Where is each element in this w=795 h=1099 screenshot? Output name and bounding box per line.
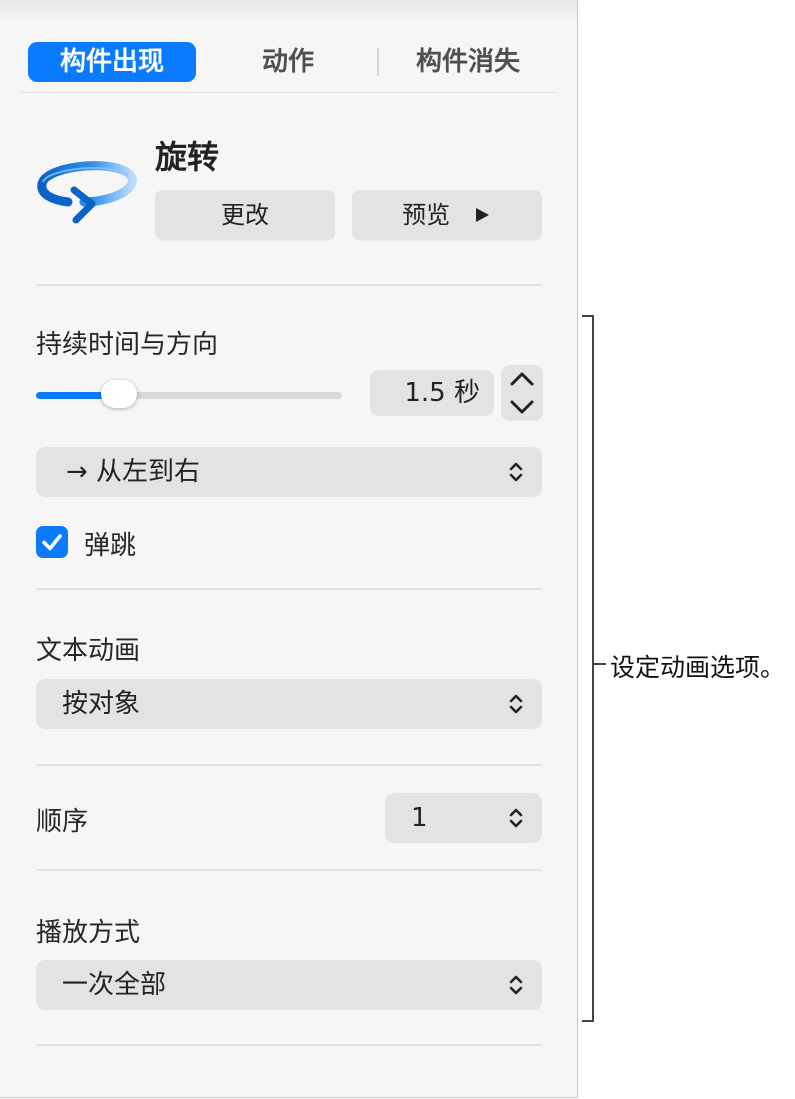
duration-direction-label: 持续时间与方向 xyxy=(36,330,219,360)
tab-build-in[interactable]: 构件出现 xyxy=(28,42,196,82)
section-divider xyxy=(36,764,542,766)
preview-button-label: 预览 xyxy=(402,201,451,229)
change-button-label: 更改 xyxy=(221,201,269,229)
stepper-down-icon[interactable] xyxy=(501,393,543,421)
inspector-tab-bar: 构件出现 动作 构件消失 xyxy=(20,38,558,93)
playback-label: 播放方式 xyxy=(36,918,141,948)
section-divider xyxy=(36,1044,542,1046)
chevron-updown-icon xyxy=(509,694,523,714)
bounce-checkbox[interactable] xyxy=(36,526,68,558)
tab-build-out[interactable]: 构件消失 xyxy=(388,42,548,82)
slider-knob[interactable] xyxy=(100,380,137,408)
duration-field[interactable]: 1.5 秒 xyxy=(370,370,494,416)
animate-inspector-panel: 构件出现 动作 构件消失 旋转 更改 预览 持续时间与方向 1.5 秒 → 从左… xyxy=(0,0,578,1098)
duration-slider[interactable] xyxy=(36,380,342,408)
text-animation-label: 文本动画 xyxy=(36,636,141,666)
panel-top-shadow xyxy=(0,0,577,26)
section-divider xyxy=(36,588,542,590)
section-divider xyxy=(36,869,542,871)
preview-button[interactable]: 预览 xyxy=(352,190,542,240)
playback-popup[interactable]: 一次全部 xyxy=(36,960,542,1010)
animation-effect-name: 旋转 xyxy=(155,138,220,176)
callout-bracket xyxy=(582,315,594,1022)
tab-separator xyxy=(377,48,379,76)
order-label: 顺序 xyxy=(36,807,89,837)
rotate-arrow-icon xyxy=(37,161,137,224)
chevron-updown-icon xyxy=(509,808,523,828)
section-divider xyxy=(36,284,542,286)
duration-value: 1.5 秒 xyxy=(404,378,480,408)
tab-action[interactable]: 动作 xyxy=(208,42,368,82)
direction-value: → 从左到右 xyxy=(66,457,201,487)
order-popup[interactable]: 1 xyxy=(385,793,542,843)
bounce-label: 弹跳 xyxy=(84,531,137,561)
direction-popup[interactable]: → 从左到右 xyxy=(36,447,542,497)
callout-leader-line xyxy=(594,663,606,665)
text-animation-value: 按对象 xyxy=(62,689,141,719)
change-effect-button[interactable]: 更改 xyxy=(155,190,335,240)
chevron-updown-icon xyxy=(509,462,523,482)
duration-stepper[interactable] xyxy=(501,365,543,421)
text-animation-popup[interactable]: 按对象 xyxy=(36,679,542,729)
callout-text: 设定动画选项。 xyxy=(610,653,786,682)
checkmark-icon xyxy=(42,534,62,551)
chevron-updown-icon xyxy=(509,975,523,995)
playback-value: 一次全部 xyxy=(62,970,167,1000)
stepper-up-icon[interactable] xyxy=(501,365,543,393)
play-icon xyxy=(475,208,489,222)
order-value: 1 xyxy=(411,803,428,833)
